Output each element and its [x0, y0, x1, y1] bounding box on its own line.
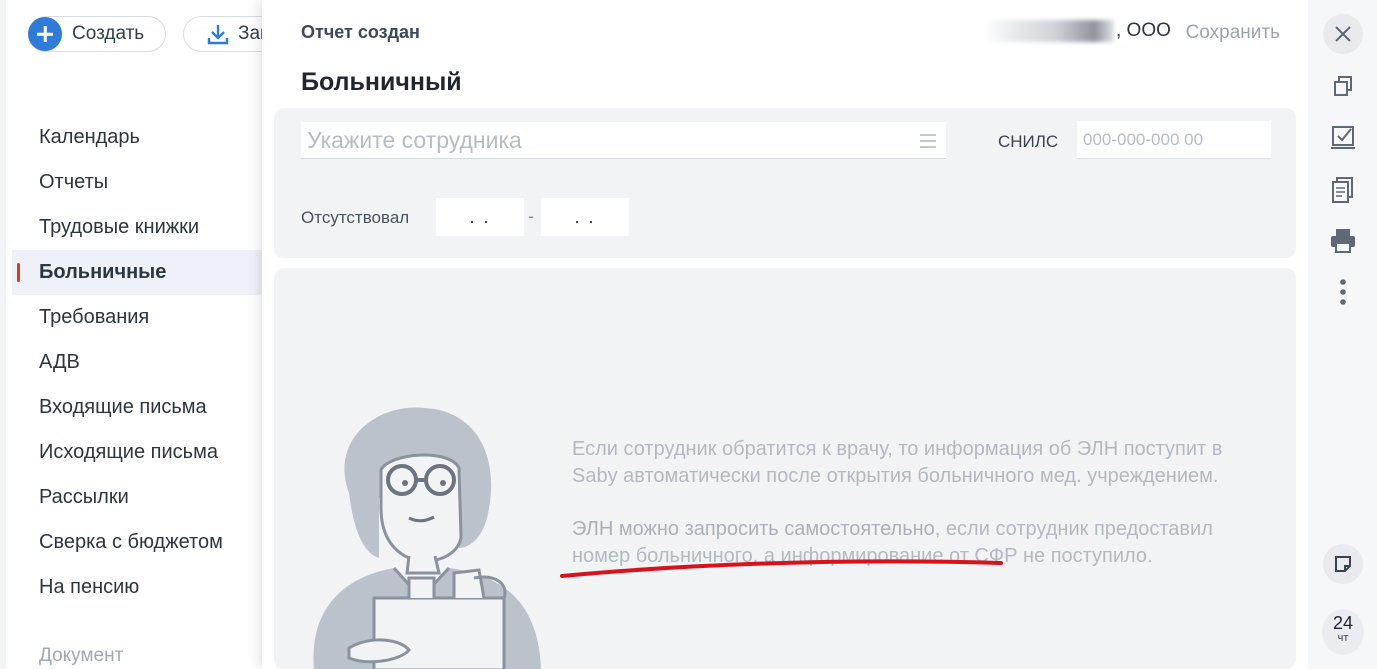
close-button[interactable]: [1323, 14, 1363, 54]
sidebar-item-adv[interactable]: АДВ: [12, 340, 268, 385]
sidebar-nav: Календарь Отчеты Трудовые книжки Больнич…: [12, 115, 268, 610]
sidebar-section-label: Документ: [39, 645, 124, 666]
snils-label: СНИЛС: [998, 132, 1059, 151]
info-paragraph-auto: Если сотрудник обратится к врачу, то инф…: [572, 438, 1223, 487]
red-underline-annotation: [560, 559, 1003, 578]
copy-icon: [1334, 76, 1352, 96]
document-icon: [1332, 177, 1353, 203]
sidebar-item-incoming-letters[interactable]: Входящие письма: [12, 385, 268, 430]
date-separator: -: [528, 206, 534, 226]
create-button[interactable]: Создать: [28, 16, 166, 52]
info-block: Если сотрудник обратится к врачу, то инф…: [274, 268, 1296, 669]
employee-input[interactable]: Укажите сотрудника: [301, 122, 946, 159]
woman-with-documents-illustration: [313, 407, 541, 669]
page-title: Больничный: [301, 68, 462, 96]
sidebar-item-sick-leaves[interactable]: Больничные: [12, 250, 268, 295]
list-icon[interactable]: [920, 134, 936, 152]
sidebar-item-pension[interactable]: На пенсию: [12, 565, 268, 610]
sidebar-item-requirements[interactable]: Требования: [12, 295, 268, 340]
checklist-icon: [1331, 126, 1355, 149]
calendar-weekday: чт: [1337, 632, 1349, 644]
plus-icon: [28, 17, 62, 51]
sidebar-item-work-books[interactable]: Трудовые книжки: [12, 205, 268, 250]
report-status: Отчет создан: [301, 22, 420, 42]
checklist-button[interactable]: [1323, 117, 1363, 157]
date-to-input[interactable]: . .: [541, 198, 629, 236]
copy-button[interactable]: [1323, 66, 1363, 106]
app-sidebar: Создать Заг Календарь Отчеты Трудовые кн…: [0, 0, 303, 669]
close-icon: [1335, 26, 1351, 42]
sick-leave-panel: Отчет создан , ООО Сохранить Больничный …: [262, 0, 1308, 669]
create-button-label: Создать: [72, 23, 145, 44]
sidebar-item-mailings[interactable]: Рассылки: [12, 475, 268, 520]
request-eln-link[interactable]: ЭЛН можно запросить самостоятельно: [572, 518, 935, 540]
more-button[interactable]: [1323, 272, 1363, 312]
sidebar-item-budget-reconciliation[interactable]: Сверка с бюджетом: [12, 520, 268, 565]
print-button[interactable]: [1323, 220, 1363, 260]
more-icon: [1340, 279, 1346, 305]
document-button[interactable]: [1323, 170, 1363, 210]
note-button[interactable]: [1323, 544, 1363, 584]
organization-name[interactable]: , ООО: [984, 20, 1171, 42]
calendar-date-widget[interactable]: 24 чт: [1322, 609, 1364, 655]
org-suffix: , ООО: [1116, 20, 1171, 41]
snils-input[interactable]: 000-000-000 00: [1077, 121, 1271, 159]
calendar-day: 24: [1332, 613, 1354, 633]
employee-input-placeholder: Укажите сотрудника: [307, 126, 522, 153]
print-icon: [1331, 229, 1355, 253]
sick-leave-form: Укажите сотрудника СНИЛС 000-000-000 00 …: [274, 108, 1296, 258]
right-toolbar: 24 чт: [1308, 0, 1377, 669]
download-icon: [207, 25, 229, 45]
save-button[interactable]: Сохранить: [1186, 22, 1280, 44]
absent-label: Отсутствовал: [301, 208, 410, 227]
sidebar-item-calendar[interactable]: Календарь: [12, 115, 268, 160]
note-icon: [1335, 556, 1351, 572]
sidebar-item-reports[interactable]: Отчеты: [12, 160, 268, 205]
date-from-input[interactable]: . .: [436, 198, 524, 236]
sidebar-item-outgoing-letters[interactable]: Исходящие письма: [12, 430, 268, 475]
redacted-org-name: [984, 20, 1114, 42]
